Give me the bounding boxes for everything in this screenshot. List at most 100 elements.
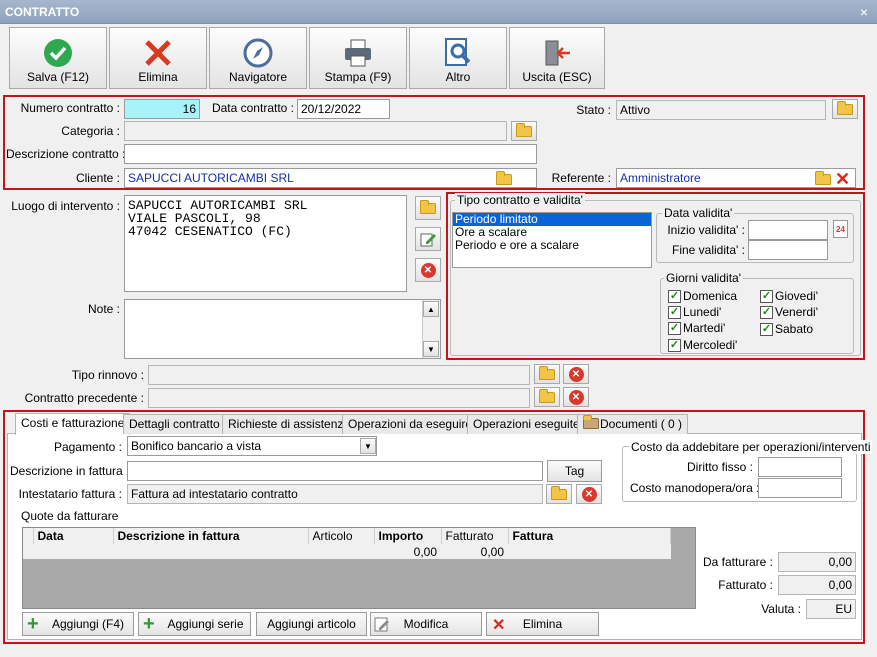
checkbox-lunedi[interactable]: ✓ Lunedi' xyxy=(668,305,721,319)
tab-richieste-assistenza[interactable]: Richieste di assistenza xyxy=(222,414,357,434)
delete-x-icon: ✕ xyxy=(492,617,506,634)
giorni-validita-legend: Giorni validita' xyxy=(664,271,743,285)
tag-button[interactable]: Tag xyxy=(547,460,602,482)
scroll-down-icon[interactable]: ▼ xyxy=(423,341,439,357)
intestatario-label: Intestatario fattura : xyxy=(18,487,122,501)
rinnovo-clear-button[interactable]: ✕ xyxy=(563,364,589,384)
numero-field[interactable]: 16 xyxy=(124,99,200,119)
col-importo[interactable]: Importo xyxy=(374,528,442,544)
referente-browse-button[interactable] xyxy=(815,171,831,185)
other-label: Altro xyxy=(445,70,471,84)
stato-browse-button[interactable] xyxy=(832,99,858,119)
inizio-validita-field[interactable] xyxy=(748,220,828,240)
tab-documenti[interactable]: Documenti ( 0 ) xyxy=(577,414,689,434)
scroll-up-icon[interactable]: ▲ xyxy=(423,301,439,317)
precedente-clear-button[interactable]: ✕ xyxy=(563,387,589,407)
check-icon: ✓ xyxy=(760,289,773,303)
delete-x-icon xyxy=(145,40,171,66)
exit-label: Uscita (ESC) xyxy=(522,70,592,84)
cliente-field[interactable]: SAPUCCI AUTORICAMBI SRL xyxy=(124,168,537,188)
rinnovo-field[interactable] xyxy=(148,365,530,385)
checkbox-sabato[interactable]: ✓ Sabato xyxy=(760,322,813,336)
intestatario-browse-button[interactable] xyxy=(546,484,572,504)
referente-clear-x-icon[interactable]: ✕ xyxy=(835,170,850,188)
cliente-label: Cliente : xyxy=(75,171,120,185)
referente-label: Referente : xyxy=(551,171,611,185)
col-fatturato[interactable]: Fatturato xyxy=(441,528,509,544)
aggiungi-label: Aggiungi (F4) xyxy=(51,617,125,631)
checkbox-venerdi[interactable]: ✓ Venerdi' xyxy=(760,305,818,319)
checkbox-martedi[interactable]: ✓ Martedi' xyxy=(668,321,725,335)
elimina-button[interactable]: ✕ Elimina xyxy=(486,612,599,636)
descrizione-field[interactable] xyxy=(124,144,537,164)
chevron-down-icon[interactable]: ▼ xyxy=(360,438,376,454)
rinnovo-browse-button[interactable] xyxy=(534,364,560,384)
col-fattura[interactable]: Fattura xyxy=(508,528,671,544)
tipo-contratto-listbox[interactable]: Periodo limitato Ore a scalare Periodo e… xyxy=(452,212,652,268)
print-button[interactable]: Stampa (F9) xyxy=(309,27,407,89)
save-button[interactable]: Salva (F12) xyxy=(9,27,107,89)
exit-button[interactable]: Uscita (ESC) xyxy=(509,27,605,89)
tab-dettagli-contratto[interactable]: Dettagli contratto xyxy=(123,414,226,434)
luogo-edit-button[interactable] xyxy=(415,227,441,251)
folder-icon-wrap xyxy=(583,415,599,429)
tab-documenti-label: Documenti ( 0 ) xyxy=(600,417,683,431)
tab-operazioni-eseguite[interactable]: Operazioni eseguite xyxy=(467,414,586,434)
data-contratto-label: Data contratto : xyxy=(211,101,294,115)
col-data[interactable]: Data xyxy=(33,528,114,544)
intestatario-field[interactable]: Fattura ad intestatario contratto xyxy=(127,484,543,504)
data-contratto-field[interactable]: 20/12/2022 xyxy=(297,99,390,119)
intestatario-clear-button[interactable]: ✕ xyxy=(576,484,602,504)
checkbox-domenica[interactable]: ✓ Domenica xyxy=(668,289,737,303)
check-icon: ✓ xyxy=(668,305,681,319)
aggiungi-serie-button[interactable]: + Aggiungi serie xyxy=(138,612,251,636)
plus-icon: + xyxy=(143,613,155,635)
checkbox-giovedi[interactable]: ✓ Giovedi' xyxy=(760,289,818,303)
note-textarea[interactable] xyxy=(124,299,441,359)
close-icon[interactable]: × xyxy=(857,0,871,24)
modifica-label: Modifica xyxy=(403,617,449,631)
aggiungi-button[interactable]: + Aggiungi (F4) xyxy=(22,612,134,636)
precedente-field[interactable] xyxy=(148,388,530,408)
fine-validita-label: Fine validita' : xyxy=(672,243,745,257)
luogo-open-button[interactable] xyxy=(415,196,441,220)
diritto-fisso-field[interactable] xyxy=(758,457,842,477)
tab-operazioni-da-eseguire[interactable]: Operazioni da eseguire xyxy=(342,414,479,434)
check-icon: ✓ xyxy=(760,322,773,336)
descr-fattura-field[interactable] xyxy=(127,461,543,481)
stato-field[interactable]: Attivo xyxy=(616,100,826,120)
other-button[interactable]: Altro xyxy=(409,27,507,89)
categoria-browse-button[interactable] xyxy=(511,121,537,141)
col-articolo[interactable]: Articolo xyxy=(308,528,375,544)
luogo-delete-button[interactable]: ✕ xyxy=(415,258,441,282)
quote-grid[interactable]: Data Descrizione in fattura Articolo Imp… xyxy=(22,527,696,609)
folder-open-icon xyxy=(420,199,436,214)
note-label: Note : xyxy=(87,302,120,316)
save-label: Salva (F12) xyxy=(26,70,90,84)
precedente-browse-button[interactable] xyxy=(534,387,560,407)
modifica-button[interactable]: Modifica xyxy=(370,612,482,636)
checkbox-mercoledi[interactable]: ✓ Mercoledi' xyxy=(668,338,737,352)
costo-addebito-legend: Costo da addebitare per operazioni/inter… xyxy=(629,440,873,454)
aggiungi-articolo-button[interactable]: Aggiungi articolo xyxy=(256,612,367,636)
manodopera-field[interactable] xyxy=(758,478,842,498)
exit-door-icon xyxy=(545,40,570,66)
col-descrizione[interactable]: Descrizione in fattura xyxy=(113,528,309,544)
categoria-field[interactable] xyxy=(124,121,507,141)
luogo-textarea[interactable]: SAPUCCI AUTORICAMBI SRL VIALE PASCOLI, 98… xyxy=(124,195,407,292)
luogo-line: 47042 CESENATICO (FC) xyxy=(128,224,292,239)
option-periodo-e-ore[interactable]: Periodo e ore a scalare xyxy=(453,239,651,252)
pagamento-select[interactable]: Bonifico bancario a vista xyxy=(127,436,377,456)
folder-icon xyxy=(815,171,831,185)
rinnovo-label: Tipo rinnovo : xyxy=(71,368,144,382)
delete-button[interactable]: Elimina xyxy=(109,27,207,89)
checkmark-icon xyxy=(44,39,72,67)
cliente-browse-button[interactable] xyxy=(496,171,512,185)
calendar-icon[interactable]: 24 xyxy=(833,220,848,238)
quote-grid-table: Data Descrizione in fattura Articolo Imp… xyxy=(23,528,671,559)
tab-costi-fatturazione[interactable]: Costi e fatturazione xyxy=(15,413,131,435)
folder-icon xyxy=(496,171,512,185)
fine-validita-field[interactable] xyxy=(748,240,828,260)
navigator-button[interactable]: Navigatore xyxy=(209,27,307,89)
categoria-label: Categoria : xyxy=(61,124,120,138)
